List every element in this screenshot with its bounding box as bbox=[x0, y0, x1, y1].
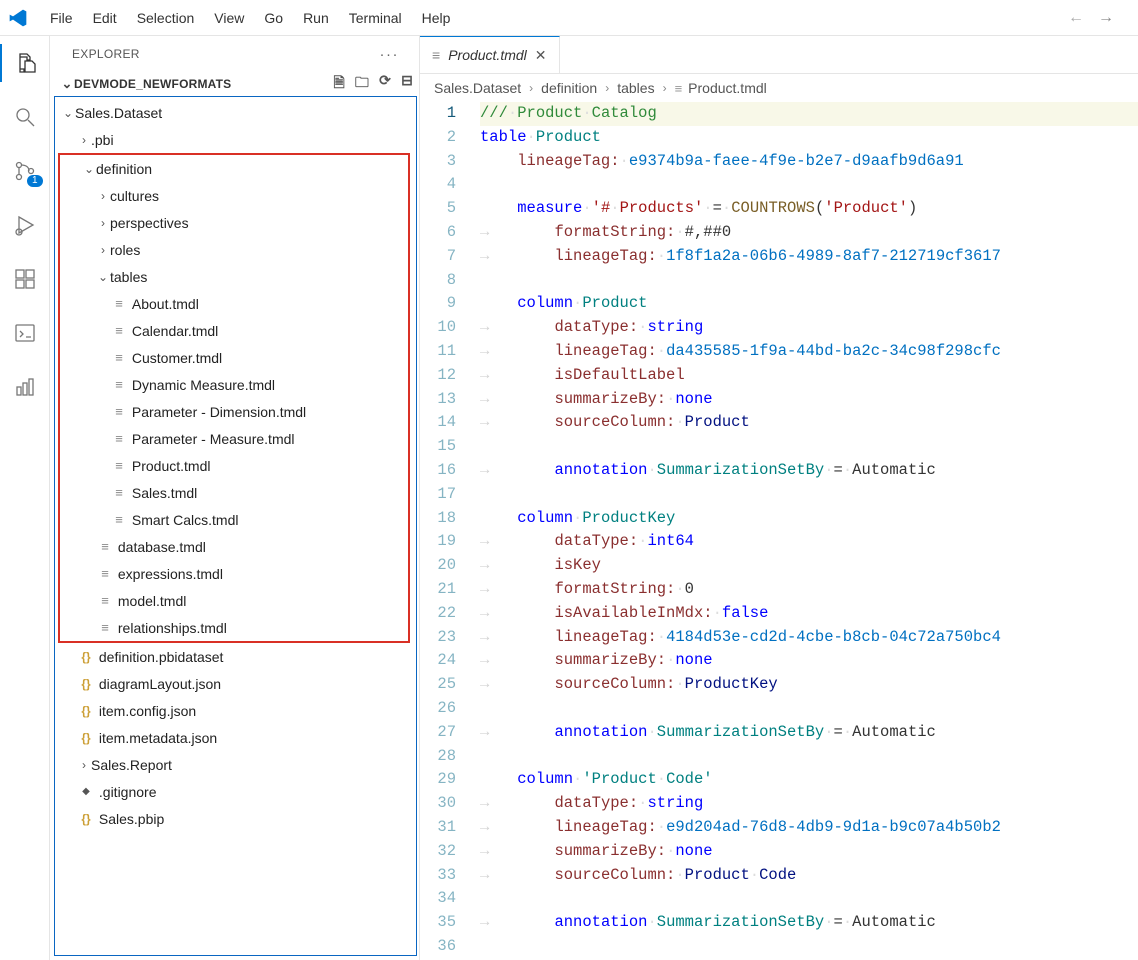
tree-file[interactable]: ≡ Parameter - Dimension.tmdl bbox=[60, 398, 408, 425]
menu-edit[interactable]: Edit bbox=[83, 6, 127, 30]
activity-source-control-icon[interactable]: 1 bbox=[12, 158, 38, 184]
tree-file[interactable]: ≡ Parameter - Measure.tmdl bbox=[60, 425, 408, 452]
tree-folder[interactable]: ⌄tables bbox=[60, 263, 408, 290]
new-file-icon[interactable]: 🗎 bbox=[333, 72, 344, 96]
json-icon: {} bbox=[77, 677, 95, 691]
tree-folder[interactable]: ›perspectives bbox=[60, 209, 408, 236]
nav-back-icon[interactable]: ← bbox=[1068, 9, 1084, 27]
file-icon: ≡ bbox=[110, 485, 128, 500]
tree-file[interactable]: {} item.config.json bbox=[55, 697, 416, 724]
tree-file[interactable]: ≡ Dynamic Measure.tmdl bbox=[60, 371, 408, 398]
explorer-header: EXPLORER ··· bbox=[50, 36, 419, 72]
breadcrumb: definition bbox=[541, 80, 597, 96]
json-icon: {} bbox=[77, 650, 95, 664]
menu-selection[interactable]: Selection bbox=[127, 6, 205, 30]
menu-go[interactable]: Go bbox=[254, 6, 293, 30]
tree-file[interactable]: ≡ relationships.tmdl bbox=[60, 614, 408, 641]
json-icon: {} bbox=[77, 704, 95, 718]
explorer-sidebar: EXPLORER ··· ⌄ DEVMODE_NEWFORMATS 🗎 🗀 ⟳ … bbox=[50, 36, 420, 960]
tab-product-tmdl[interactable]: ≡ Product.tmdl ✕ bbox=[420, 36, 560, 73]
file-icon: ≡ bbox=[110, 512, 128, 527]
vscode-logo-icon bbox=[8, 8, 28, 28]
tree-file[interactable]: {} diagramLayout.json bbox=[55, 670, 416, 697]
menu-help[interactable]: Help bbox=[412, 6, 461, 30]
tree-file[interactable]: ≡ Customer.tmdl bbox=[60, 344, 408, 371]
tree-folder[interactable]: ›roles bbox=[60, 236, 408, 263]
tree-file[interactable]: ≡ expressions.tmdl bbox=[60, 560, 408, 587]
breadcrumbs[interactable]: Sales.Dataset› definition› tables› ≡Prod… bbox=[420, 74, 1138, 102]
activity-run-debug-icon[interactable] bbox=[12, 212, 38, 238]
tree-file[interactable]: ≡ database.tmdl bbox=[60, 533, 408, 560]
tree-folder[interactable]: ›cultures bbox=[60, 182, 408, 209]
chevron-down-icon: ⌄ bbox=[60, 76, 74, 92]
file-icon: ≡ bbox=[96, 593, 114, 608]
section-actions: 🗎 🗀 ⟳ ⊟ bbox=[333, 72, 413, 96]
line-numbers: 1234567891011121314151617181920212223242… bbox=[420, 102, 472, 960]
file-icon: ≡ bbox=[432, 47, 440, 63]
file-icon: ≡ bbox=[110, 350, 128, 365]
file-icon: ≡ bbox=[96, 566, 114, 581]
nav-arrows: ← → bbox=[1068, 9, 1130, 27]
refresh-icon[interactable]: ⟳ bbox=[379, 72, 391, 96]
menu-file[interactable]: File bbox=[40, 6, 83, 30]
tree-file[interactable]: ≡ model.tmdl bbox=[60, 587, 408, 614]
menu-view[interactable]: View bbox=[204, 6, 254, 30]
tree-folder[interactable]: ›.pbi bbox=[55, 126, 416, 153]
json-icon: {} bbox=[77, 731, 95, 745]
code-editor[interactable]: 1234567891011121314151617181920212223242… bbox=[420, 102, 1138, 960]
activity-extensions-icon[interactable] bbox=[12, 266, 38, 292]
file-icon: ≡ bbox=[96, 539, 114, 554]
file-icon: ≡ bbox=[110, 323, 128, 338]
tree-file[interactable]: {} item.metadata.json bbox=[55, 724, 416, 751]
folder-section-header[interactable]: ⌄ DEVMODE_NEWFORMATS 🗎 🗀 ⟳ ⊟ bbox=[50, 72, 419, 96]
tree-file[interactable]: {} definition.pbidataset bbox=[55, 643, 416, 670]
tree-file[interactable]: ≡ About.tmdl bbox=[60, 290, 408, 317]
tree-folder[interactable]: ›Sales.Report bbox=[55, 751, 416, 778]
editor-area: ≡ Product.tmdl ✕ Sales.Dataset› definiti… bbox=[420, 36, 1138, 960]
close-icon[interactable]: ✕ bbox=[535, 47, 547, 64]
file-icon: ≡ bbox=[110, 296, 128, 311]
workspace-name: DEVMODE_NEWFORMATS bbox=[74, 77, 231, 91]
tree-file[interactable]: ≡ Calendar.tmdl bbox=[60, 317, 408, 344]
json-icon: {} bbox=[77, 812, 95, 826]
file-icon: ≡ bbox=[110, 404, 128, 419]
new-folder-icon[interactable]: 🗀 bbox=[355, 72, 369, 96]
tree-file[interactable]: ◆ .gitignore bbox=[55, 778, 416, 805]
breadcrumb: ≡Product.tmdl bbox=[675, 80, 767, 96]
highlighted-definition-folder: ⌄definition ›cultures›perspectives›roles… bbox=[58, 153, 410, 643]
activity-bar: 1 bbox=[0, 36, 50, 960]
tree-folder[interactable]: ⌄Sales.Dataset bbox=[55, 99, 416, 126]
activity-terminal-icon[interactable] bbox=[12, 320, 38, 346]
tree-file[interactable]: ≡ Smart Calcs.tmdl bbox=[60, 506, 408, 533]
explorer-more-icon[interactable]: ··· bbox=[380, 46, 400, 63]
gitignore-icon: ◆ bbox=[77, 786, 95, 797]
file-icon: ≡ bbox=[110, 458, 128, 473]
activity-search-icon[interactable] bbox=[12, 104, 38, 130]
tree-folder[interactable]: ⌄definition bbox=[60, 155, 408, 182]
collapse-all-icon[interactable]: ⊟ bbox=[401, 72, 413, 96]
breadcrumb: tables bbox=[617, 80, 654, 96]
tree-file[interactable]: ≡ Product.tmdl bbox=[60, 452, 408, 479]
code-content[interactable]: ///·Product·Catalogtable·Product lineage… bbox=[472, 102, 1138, 960]
nav-forward-icon[interactable]: → bbox=[1098, 9, 1114, 27]
tab-label: Product.tmdl bbox=[448, 47, 527, 63]
menu-terminal[interactable]: Terminal bbox=[339, 6, 412, 30]
file-icon: ≡ bbox=[110, 431, 128, 446]
source-control-badge: 1 bbox=[27, 175, 43, 187]
breadcrumb: Sales.Dataset bbox=[434, 80, 521, 96]
explorer-title: EXPLORER bbox=[72, 47, 140, 61]
file-icon: ≡ bbox=[675, 81, 683, 96]
tree-file[interactable]: ≡ Sales.tmdl bbox=[60, 479, 408, 506]
file-icon: ≡ bbox=[96, 620, 114, 635]
menubar: FileEditSelectionViewGoRunTerminalHelp ←… bbox=[0, 0, 1138, 36]
editor-tabs: ≡ Product.tmdl ✕ bbox=[420, 36, 1138, 74]
file-tree: ⌄Sales.Dataset ›.pbi ⌄definition ›cultur… bbox=[54, 96, 417, 956]
activity-explorer-icon[interactable] bbox=[12, 50, 38, 76]
activity-powerbi-icon[interactable] bbox=[12, 374, 38, 400]
menu-run[interactable]: Run bbox=[293, 6, 339, 30]
tree-file[interactable]: {} Sales.pbip bbox=[55, 805, 416, 832]
file-icon: ≡ bbox=[110, 377, 128, 392]
